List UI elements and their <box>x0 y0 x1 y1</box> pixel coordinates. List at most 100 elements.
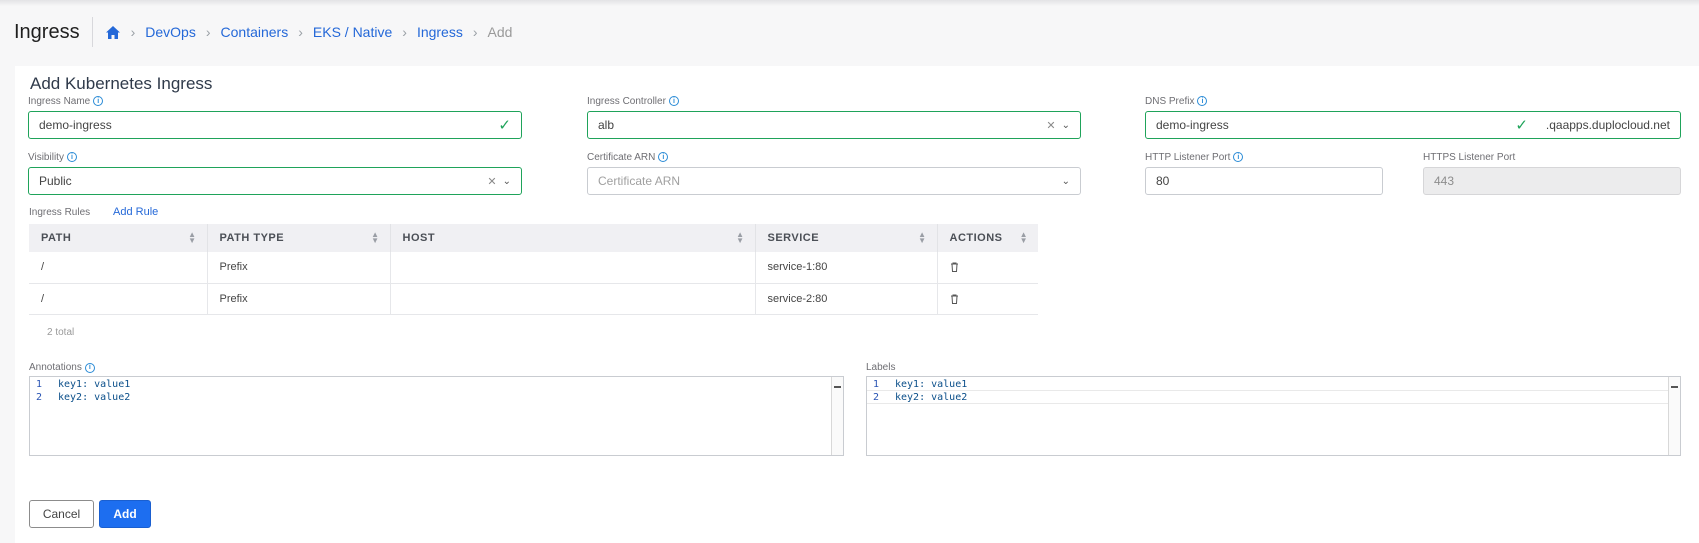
cell-host <box>390 252 756 284</box>
delete-icon[interactable] <box>950 294 1027 304</box>
annotations-label-wrap: Annotations i <box>29 362 95 373</box>
table-row: / Prefix service-1:80 <box>29 252 1038 284</box>
chevron-right-icon: › <box>402 24 407 40</box>
sort-icon[interactable]: ▲ ▼ <box>188 231 196 245</box>
add-rule-link[interactable]: Add Rule <box>113 206 158 218</box>
top-shadow <box>0 0 1699 6</box>
ingress-name-input[interactable]: demo-ingress ✓ <box>28 111 522 139</box>
ingress-controller-select[interactable]: alb ✕ ⌄ <box>587 111 1081 139</box>
breadcrumb-eks-native[interactable]: EKS / Native <box>313 24 392 40</box>
header-divider <box>91 17 93 47</box>
info-icon[interactable]: i <box>658 152 669 162</box>
dns-suffix: .qaapps.duplocloud.net <box>1545 118 1670 132</box>
table-row: / Prefix service-2:80 <box>29 283 1038 315</box>
visibility-select[interactable]: Public ✕ ⌄ <box>28 167 522 195</box>
cell-path-type: Prefix <box>207 252 391 284</box>
cell-service: service-2:80 <box>755 283 938 315</box>
labels-label-wrap: Labels <box>866 362 895 373</box>
code-line: 1 key1: value1 <box>867 378 1680 391</box>
https-port-input: 443 <box>1423 167 1681 195</box>
cell-path: / <box>29 252 208 284</box>
chevron-right-icon: › <box>298 24 303 40</box>
code-line: 2 key2: value2 <box>36 392 131 403</box>
column-header-path[interactable]: PATH ▲ ▼ <box>29 224 208 252</box>
dns-prefix-label: DNS Prefix <box>1145 95 1195 107</box>
https-port-value: 443 <box>1434 174 1455 188</box>
info-icon[interactable]: i <box>93 96 104 106</box>
ingress-name-label: Ingress Name <box>28 95 91 107</box>
page-header: Ingress › DevOps › Containers › EKS / Na… <box>14 17 513 47</box>
editor-scrollbar[interactable] <box>831 377 843 455</box>
chevron-down-icon[interactable]: ⌄ <box>503 176 511 187</box>
home-icon[interactable] <box>105 25 121 40</box>
column-header-path-type[interactable]: PATH TYPE ▲ ▼ <box>207 224 391 252</box>
info-icon[interactable]: i <box>84 362 95 373</box>
info-icon[interactable]: i <box>668 96 679 106</box>
visibility-label: Visibility <box>28 151 64 163</box>
breadcrumb-current: Add <box>487 24 513 40</box>
column-header-service[interactable]: SERVICE ▲ ▼ <box>755 224 938 252</box>
certificate-arn-placeholder: Certificate ARN <box>598 174 681 188</box>
breadcrumb-ingress[interactable]: Ingress <box>417 24 463 40</box>
clear-icon[interactable]: ✕ <box>1046 119 1055 132</box>
chevron-down-icon[interactable]: ⌄ <box>1062 120 1070 131</box>
editor-scrollbar[interactable] <box>1668 377 1680 455</box>
labels-label: Labels <box>866 362 896 373</box>
chevron-right-icon: › <box>130 24 136 40</box>
ingress-rules-table: PATH ▲ ▼ PATH TYPE ▲ ▼ HOST ▲ ▼ SERVICE ▲ ▼ ACTI… <box>29 224 1038 315</box>
delete-icon[interactable] <box>950 262 1027 273</box>
http-port-value: 80 <box>1156 174 1170 188</box>
info-icon[interactable]: i <box>66 152 77 162</box>
cancel-button[interactable]: Cancel <box>29 500 94 528</box>
column-header-host[interactable]: HOST ▲ ▼ <box>390 224 756 252</box>
https-port-label: HTTPS Listener Port <box>1423 151 1516 163</box>
info-icon[interactable]: i <box>1233 152 1244 162</box>
annotations-editor[interactable]: 1 key1: value1 2 key2: value2 <box>29 376 844 456</box>
ingress-controller-value: alb <box>598 118 615 132</box>
valid-check-icon: ✓ <box>1515 117 1528 134</box>
visibility-field: Visibility i Public ✕ ⌄ <box>28 151 522 195</box>
clear-icon[interactable]: ✕ <box>487 175 496 188</box>
ingress-controller-label: Ingress Controller <box>587 95 666 107</box>
cell-host <box>390 283 756 315</box>
chevron-right-icon: › <box>205 24 211 40</box>
http-port-input[interactable]: 80 <box>1145 167 1383 195</box>
annotations-label: Annotations <box>29 362 82 373</box>
cell-path: / <box>29 283 208 315</box>
ingress-name-value: demo-ingress <box>39 118 112 132</box>
code-line: 2 key2: value2 <box>867 391 1680 404</box>
http-port-label: HTTP Listener Port <box>1145 151 1231 163</box>
sort-icon[interactable]: ▲ ▼ <box>371 231 379 245</box>
rules-total: 2 total <box>47 327 75 338</box>
add-ingress-card: Add Kubernetes Ingress Ingress Name i dem… <box>15 66 1699 543</box>
ingress-name-field: Ingress Name i demo-ingress ✓ <box>28 95 522 139</box>
info-icon[interactable]: i <box>1197 96 1208 106</box>
breadcrumb-devops[interactable]: DevOps <box>145 24 196 40</box>
ingress-rules-label: Ingress Rules <box>29 207 91 218</box>
sort-icon[interactable]: ▲ ▼ <box>736 231 744 245</box>
dns-prefix-field: DNS Prefix i demo-ingress ✓ .qaapps.duplo… <box>1145 95 1681 139</box>
certificate-arn-select[interactable]: Certificate ARN ⌄ <box>587 167 1081 195</box>
valid-check-icon: ✓ <box>498 117 511 134</box>
ingress-controller-field: Ingress Controller i alb ✕ ⌄ <box>587 95 1081 139</box>
column-header-actions[interactable]: ACTIONS ▲ ▼ <box>937 224 1038 252</box>
dns-prefix-value: demo-ingress <box>1156 118 1229 132</box>
breadcrumb: › DevOps › Containers › EKS / Native › I… <box>105 24 513 40</box>
certificate-arn-label: Certificate ARN <box>587 151 656 163</box>
sort-icon[interactable]: ▲ ▼ <box>1020 231 1028 245</box>
certificate-arn-field: Certificate ARN i Certificate ARN ⌄ <box>587 151 1081 195</box>
chevron-right-icon: › <box>472 24 478 40</box>
breadcrumb-containers[interactable]: Containers <box>221 24 289 40</box>
dns-prefix-input[interactable]: demo-ingress ✓ .qaapps.duplocloud.net <box>1145 111 1681 139</box>
cell-path-type: Prefix <box>207 283 391 315</box>
labels-editor[interactable]: 1 key1: value1 2 key2: value2 <box>866 376 1681 456</box>
page-title: Ingress <box>14 20 80 43</box>
visibility-value: Public <box>39 174 72 188</box>
chevron-down-icon[interactable]: ⌄ <box>1062 176 1070 187</box>
https-port-field: HTTPS Listener Port 443 <box>1423 151 1681 195</box>
form-title: Add Kubernetes Ingress <box>30 74 213 93</box>
sort-icon[interactable]: ▲ ▼ <box>918 231 926 245</box>
cell-actions <box>937 283 1038 315</box>
code-line: 1 key1: value1 <box>36 379 131 390</box>
add-button[interactable]: Add <box>99 500 151 528</box>
